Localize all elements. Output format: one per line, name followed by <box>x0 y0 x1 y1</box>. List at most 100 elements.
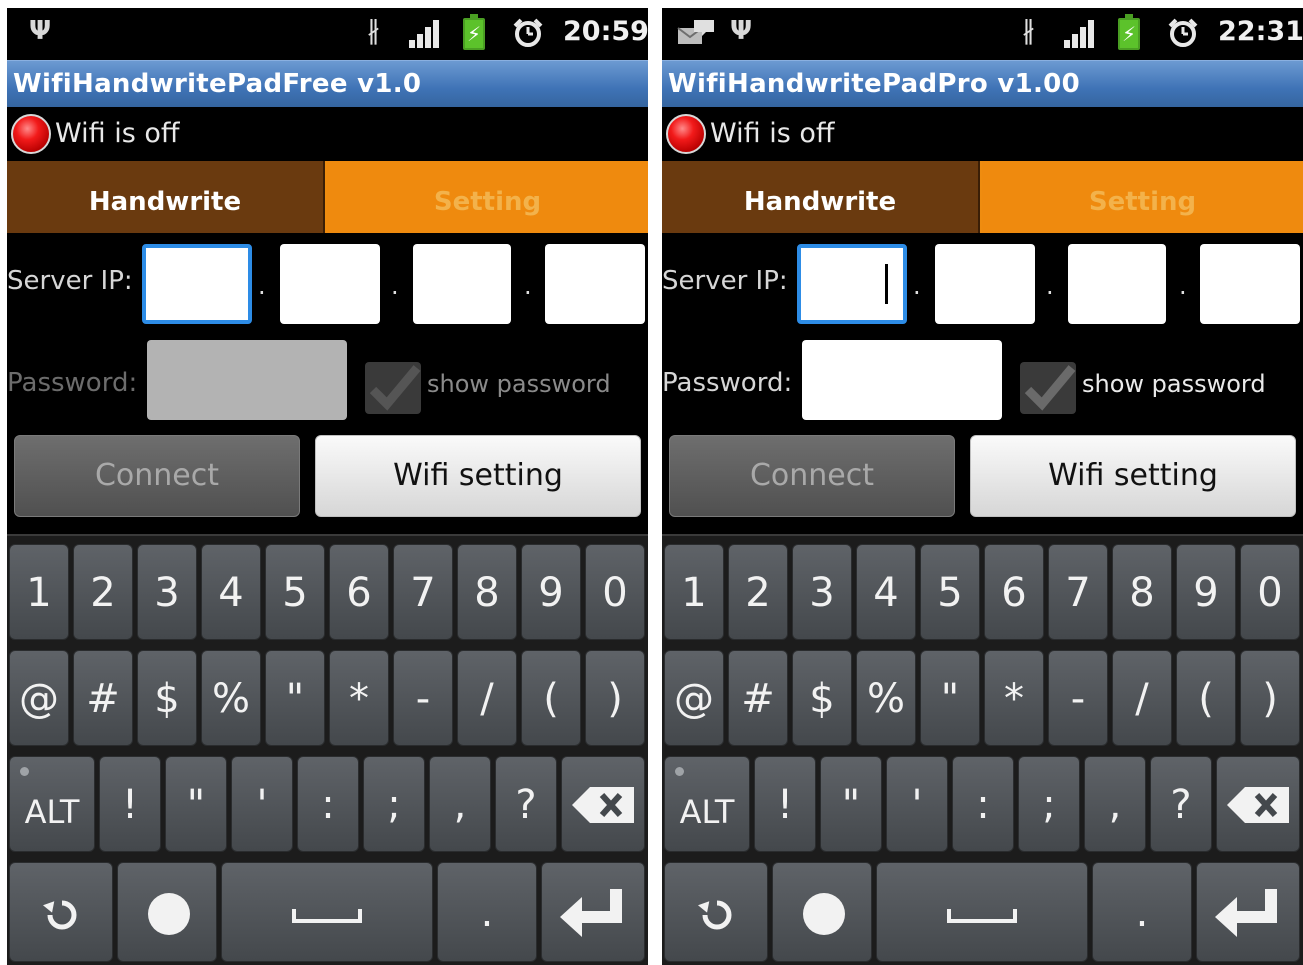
screen-pro-version: Ψ ∦ ⚡ 22:31 WifiHandwritePadPro v1.00 Wi… <box>662 8 1303 965</box>
key-4[interactable]: 4 <box>201 544 261 640</box>
key-space[interactable] <box>221 862 433 962</box>
key-9[interactable]: 9 <box>521 544 581 640</box>
key-enter[interactable] <box>541 862 645 962</box>
key-1[interactable]: 1 <box>664 544 724 640</box>
key-enter[interactable] <box>1196 862 1300 962</box>
key-rotate[interactable] <box>664 862 768 962</box>
key-double-quote[interactable]: " <box>165 756 227 852</box>
key-3[interactable]: 3 <box>792 544 852 640</box>
app-title-bar: WifiHandwritePadPro v1.00 <box>662 60 1303 107</box>
key-percent[interactable]: % <box>201 650 261 746</box>
show-password-label: show password <box>1082 370 1266 398</box>
key-9[interactable]: 9 <box>1176 544 1236 640</box>
connect-button[interactable]: Connect <box>669 435 955 517</box>
key-minus[interactable]: - <box>1048 650 1108 746</box>
password-input[interactable] <box>802 340 1002 420</box>
battery-charging-icon: ⚡ <box>463 14 485 50</box>
key-voice-circle[interactable] <box>772 862 872 962</box>
key-5[interactable]: 5 <box>265 544 325 640</box>
key-question[interactable]: ? <box>495 756 557 852</box>
ip-separator: . <box>258 272 266 300</box>
key-hash[interactable]: # <box>73 650 133 746</box>
rotate-icon <box>697 900 732 930</box>
key-alt[interactable]: ALT <box>9 756 95 852</box>
ip-octet-2-input[interactable] <box>935 244 1035 324</box>
ip-octet-1-input[interactable] <box>142 244 252 324</box>
key-1[interactable]: 1 <box>9 544 69 640</box>
wifi-status-text: Wifi is off <box>55 118 180 149</box>
bluetooth-icon: ∦ <box>1022 16 1035 46</box>
key-backspace[interactable] <box>561 756 645 852</box>
key-space[interactable] <box>876 862 1088 962</box>
key-at[interactable]: @ <box>664 650 724 746</box>
password-input[interactable] <box>147 340 347 420</box>
tab-setting[interactable]: Setting <box>982 161 1303 233</box>
key-open-paren[interactable]: ( <box>521 650 581 746</box>
key-colon[interactable]: : <box>952 756 1014 852</box>
ip-octet-4-input[interactable] <box>1200 244 1300 324</box>
key-6[interactable]: 6 <box>984 544 1044 640</box>
key-dollar[interactable]: $ <box>792 650 852 746</box>
key-8[interactable]: 8 <box>457 544 517 640</box>
key-minus[interactable]: - <box>393 650 453 746</box>
key-hash[interactable]: # <box>728 650 788 746</box>
tab-handwrite[interactable]: Handwrite <box>7 161 325 233</box>
tab-handwrite[interactable]: Handwrite <box>662 161 980 233</box>
key-comma[interactable]: , <box>1084 756 1146 852</box>
key-double-quote[interactable]: " <box>265 650 325 746</box>
key-slash[interactable]: / <box>457 650 517 746</box>
key-period[interactable]: . <box>1092 862 1192 962</box>
tab-setting[interactable]: Setting <box>327 161 648 233</box>
key-comma[interactable]: , <box>429 756 491 852</box>
key-apostrophe[interactable]: ' <box>231 756 293 852</box>
ip-octet-1-input[interactable] <box>797 244 907 324</box>
show-password-label: show password <box>427 370 611 398</box>
key-4[interactable]: 4 <box>856 544 916 640</box>
key-0[interactable]: 0 <box>1240 544 1300 640</box>
key-close-paren[interactable]: ) <box>1240 650 1300 746</box>
key-5[interactable]: 5 <box>920 544 980 640</box>
key-semicolon[interactable]: ; <box>1018 756 1080 852</box>
wifi-setting-button[interactable]: Wifi setting <box>970 435 1296 517</box>
key-asterisk[interactable]: * <box>329 650 389 746</box>
connect-button[interactable]: Connect <box>14 435 300 517</box>
key-open-paren[interactable]: ( <box>1176 650 1236 746</box>
key-alt[interactable]: ALT <box>664 756 750 852</box>
key-semicolon[interactable]: ; <box>363 756 425 852</box>
key-close-paren[interactable]: ) <box>585 650 645 746</box>
key-colon[interactable]: : <box>297 756 359 852</box>
key-0[interactable]: 0 <box>585 544 645 640</box>
ip-octet-3-input[interactable] <box>1068 244 1166 324</box>
space-icon <box>947 909 1017 923</box>
key-double-quote[interactable]: " <box>920 650 980 746</box>
key-voice-circle[interactable] <box>117 862 217 962</box>
show-password-checkbox[interactable] <box>365 362 421 414</box>
key-2[interactable]: 2 <box>73 544 133 640</box>
key-exclamation[interactable]: ! <box>754 756 816 852</box>
key-7[interactable]: 7 <box>393 544 453 640</box>
app-title: WifiHandwritePadFree v1.0 <box>13 69 422 99</box>
key-double-quote[interactable]: " <box>820 756 882 852</box>
key-percent[interactable]: % <box>856 650 916 746</box>
ip-octet-4-input[interactable] <box>545 244 645 324</box>
key-3[interactable]: 3 <box>137 544 197 640</box>
key-question[interactable]: ? <box>1150 756 1212 852</box>
key-8[interactable]: 8 <box>1112 544 1172 640</box>
key-2[interactable]: 2 <box>728 544 788 640</box>
key-6[interactable]: 6 <box>329 544 389 640</box>
show-password-checkbox[interactable] <box>1020 362 1076 414</box>
key-backspace[interactable] <box>1216 756 1300 852</box>
ip-octet-3-input[interactable] <box>413 244 511 324</box>
key-7[interactable]: 7 <box>1048 544 1108 640</box>
text-cursor <box>885 264 888 304</box>
key-slash[interactable]: / <box>1112 650 1172 746</box>
key-period[interactable]: . <box>437 862 537 962</box>
key-dollar[interactable]: $ <box>137 650 197 746</box>
key-rotate[interactable] <box>9 862 113 962</box>
wifi-setting-button[interactable]: Wifi setting <box>315 435 641 517</box>
key-exclamation[interactable]: ! <box>99 756 161 852</box>
key-asterisk[interactable]: * <box>984 650 1044 746</box>
key-apostrophe[interactable]: ' <box>886 756 948 852</box>
key-at[interactable]: @ <box>9 650 69 746</box>
ip-octet-2-input[interactable] <box>280 244 380 324</box>
